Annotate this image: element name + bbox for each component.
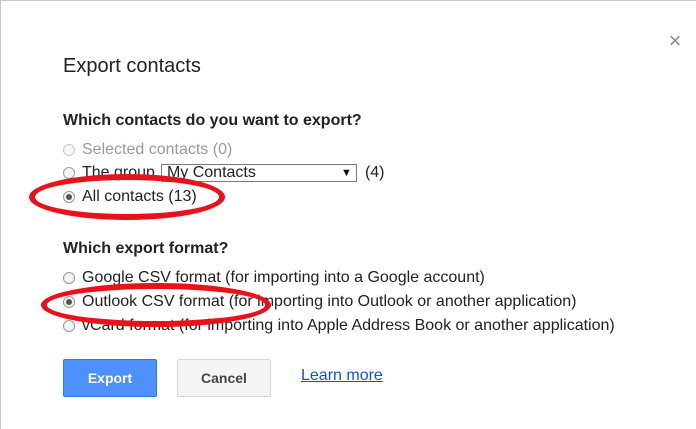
radio-all-contacts[interactable]: All contacts (13) bbox=[63, 187, 197, 207]
learn-more-link[interactable]: Learn more bbox=[301, 367, 383, 385]
export-contacts-dialog: × Export contacts Which contacts do you … bbox=[0, 0, 696, 429]
radio-the-group[interactable]: The group My Contacts ▼ (4) bbox=[63, 163, 385, 183]
radio-label: All contacts (13) bbox=[82, 188, 197, 205]
contacts-section-heading: Which contacts do you want to export? bbox=[63, 112, 362, 129]
radio-button[interactable] bbox=[63, 320, 75, 332]
radio-label: The group bbox=[82, 164, 155, 181]
radio-selected-contacts[interactable]: Selected contacts (0) bbox=[63, 140, 232, 160]
radio-label: Selected contacts (0) bbox=[82, 141, 233, 158]
radio-label: Outlook CSV format (for importing into O… bbox=[82, 293, 577, 310]
radio-label: vCard format (for importing into Apple A… bbox=[82, 317, 615, 334]
dialog-title: Export contacts bbox=[63, 55, 201, 77]
group-select-value: My Contacts bbox=[166, 164, 256, 181]
radio-button[interactable] bbox=[63, 296, 75, 308]
radio-outlook-csv[interactable]: Outlook CSV format (for importing into O… bbox=[63, 292, 576, 312]
format-section-heading: Which export format? bbox=[63, 240, 229, 257]
radio-google-csv[interactable]: Google CSV format (for importing into a … bbox=[63, 268, 485, 288]
radio-button[interactable] bbox=[63, 191, 75, 203]
radio-label: Google CSV format (for importing into a … bbox=[82, 269, 485, 286]
cancel-button[interactable]: Cancel bbox=[177, 359, 271, 397]
dropdown-arrow-icon: ▼ bbox=[341, 167, 352, 179]
radio-vcard[interactable]: vCard format (for importing into Apple A… bbox=[63, 316, 615, 336]
close-icon[interactable]: × bbox=[665, 30, 685, 52]
radio-button[interactable] bbox=[63, 167, 75, 179]
export-button[interactable]: Export bbox=[63, 359, 157, 397]
group-select[interactable]: My Contacts ▼ bbox=[160, 164, 357, 182]
radio-button[interactable] bbox=[63, 272, 75, 284]
group-count: (4) bbox=[364, 164, 385, 181]
radio-button[interactable] bbox=[63, 144, 75, 156]
